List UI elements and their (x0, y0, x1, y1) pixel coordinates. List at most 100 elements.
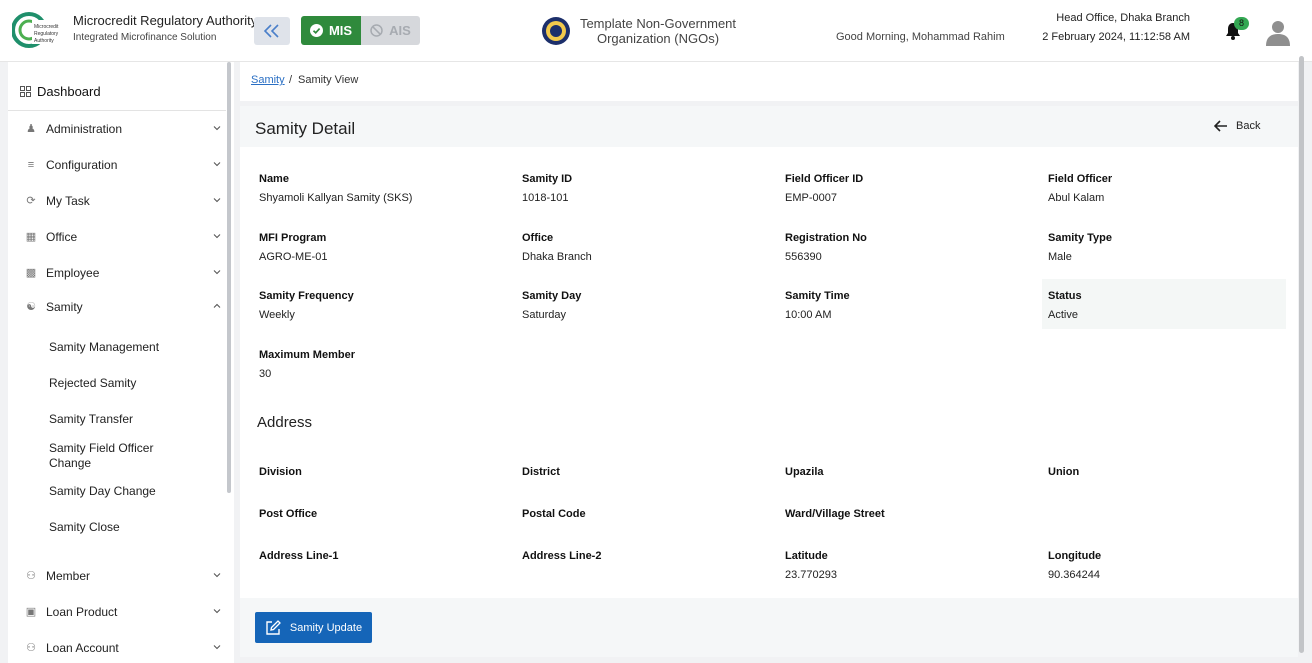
sidebar-item-member[interactable]: ⚇ Member (25, 566, 221, 586)
ais-toggle-button[interactable]: AIS (361, 16, 420, 45)
breadcrumb-current: Samity View (298, 74, 359, 86)
org-title: Microcredit Regulatory Authority (73, 13, 258, 28)
sidebar-item-dashboard[interactable]: Dashboard (20, 84, 101, 99)
current-datetime: 2 February 2024, 11:12:58 AM (1042, 31, 1190, 43)
samity-update-button[interactable]: Samity Update (255, 612, 372, 643)
sidebar-item-loan-product[interactable]: ▣ Loan Product (25, 602, 221, 622)
field-postal-code: Postal Code (522, 508, 772, 527)
sidebar-item-samity[interactable]: ☯ Samity (25, 297, 221, 317)
field-field-officer-id: Field Officer ID EMP-0007 (785, 173, 1035, 204)
field-samity-frequency: Samity Frequency Weekly (259, 290, 509, 321)
field-value: Male (1048, 251, 1072, 263)
sidebar-item-label: My Task (46, 194, 90, 208)
field-label: Status (1048, 290, 1082, 302)
chevron-down-icon (213, 198, 221, 203)
field-label: Samity Time (785, 290, 850, 302)
sidebar-subitem-samity-day-change[interactable]: Samity Day Change (49, 484, 209, 499)
field-label: Samity Type (1048, 232, 1112, 244)
field-label: Address Line-2 (522, 550, 602, 562)
field-value: Weekly (259, 309, 295, 321)
field-ward-village-street: Ward/Village Street (785, 508, 1035, 527)
field-label: Union (1048, 466, 1080, 478)
svg-text:Regulatory: Regulatory (34, 31, 59, 37)
field-label: Samity Day (522, 290, 582, 302)
organization-name: Template Non-Government Organization (NG… (579, 16, 737, 46)
field-value: Active (1048, 309, 1078, 321)
page-title: Samity Detail (255, 119, 356, 138)
sidebar-item-label: Administration (46, 122, 123, 136)
chevron-down-icon (213, 234, 221, 239)
sidebar-item-office[interactable]: ▦ Office (25, 227, 221, 247)
field-post-office: Post Office (259, 508, 509, 527)
sidebar-item-my-task[interactable]: ⟳ My Task (25, 191, 221, 211)
field-value: Dhaka Branch (522, 251, 592, 263)
mis-label: MIS (328, 23, 353, 38)
field-label: Registration No (785, 232, 867, 244)
collapse-sidebar-button[interactable] (254, 17, 290, 45)
users-icon: ♟ (26, 123, 36, 135)
chevron-down-icon (213, 609, 221, 614)
field-office: Office Dhaka Branch (522, 232, 772, 263)
top-header: Microcredit Regulatory Authority Microcr… (0, 0, 1312, 62)
breadcrumb: Samity / Samity View (240, 62, 1298, 101)
field-upazila: Upazila (785, 466, 1035, 485)
field-union: Union (1048, 466, 1298, 485)
field-registration-no: Registration No 556390 (785, 232, 1035, 263)
field-label: MFI Program (259, 232, 327, 244)
field-value: 10:00 AM (785, 309, 832, 321)
breadcrumb-link-samity[interactable]: Samity (251, 74, 285, 86)
field-district: District (522, 466, 772, 485)
edit-icon (266, 619, 281, 635)
samity-update-label: Samity Update (289, 621, 363, 634)
field-value: 556390 (785, 251, 822, 263)
field-field-officer: Field Officer Abul Kalam (1048, 173, 1298, 204)
field-mfi-program: MFI Program AGRO-ME-01 (259, 232, 509, 263)
sidebar-item-administration[interactable]: ♟ Administration (25, 119, 221, 139)
sidebar-item-label: Office (46, 230, 78, 244)
field-label: Field Officer ID (785, 173, 864, 185)
chevron-down-icon (213, 573, 221, 578)
sidebar-subitem-samity-field-officer-change[interactable]: Samity Field Officer Change (49, 441, 169, 471)
chevron-down-icon (213, 126, 221, 131)
field-maximum-member: Maximum Member 30 (259, 349, 509, 380)
back-button[interactable]: Back (1214, 120, 1260, 132)
field-label: Latitude (785, 550, 828, 562)
sidebar-scrollbar[interactable] (227, 62, 231, 493)
field-address-line-1: Address Line-1 (259, 550, 509, 569)
double-chevron-left-icon (263, 24, 279, 38)
sidebar-item-loan-account[interactable]: ⚇ Loan Account (25, 638, 221, 658)
field-label: Samity Frequency (259, 290, 354, 302)
sidebar-item-label: Employee (46, 266, 100, 280)
field-name: Name Shyamoli Kallyan Samity (SKS) (259, 173, 509, 204)
sidebar-item-label: Dashboard (37, 84, 101, 99)
field-samity-type: Samity Type Male (1048, 232, 1298, 263)
field-value: 23.770293 (785, 569, 837, 581)
sidebar-item-label: Loan Account (46, 641, 119, 655)
sidebar-subitem-samity-close[interactable]: Samity Close (49, 520, 209, 535)
field-label: Ward/Village Street (785, 508, 885, 520)
field-label: Office (522, 232, 554, 244)
notification-count-badge: 8 (1234, 17, 1249, 30)
mra-logo: Microcredit Regulatory Authority (12, 12, 68, 48)
page-scrollbar[interactable] (1299, 56, 1304, 653)
sidebar-subitem-rejected-samity[interactable]: Rejected Samity (49, 376, 209, 391)
sidebar-subitem-samity-management[interactable]: Samity Management (49, 340, 209, 355)
sidebar-item-configuration[interactable]: ≡ Configuration (25, 155, 221, 175)
breadcrumb-separator: / (289, 74, 293, 86)
sidebar-item-label: Samity (46, 300, 83, 314)
user-avatar-icon[interactable] (1265, 18, 1291, 46)
chevron-down-icon (213, 162, 221, 167)
address-section-title: Address (257, 414, 313, 431)
field-label: Upazila (785, 466, 824, 478)
detail-header: Samity Detail Back (240, 106, 1298, 147)
field-latitude: Latitude 23.770293 (785, 550, 1035, 581)
mis-toggle-button[interactable]: MIS (301, 16, 361, 45)
field-division: Division (259, 466, 509, 485)
field-samity-id: Samity ID 1018-101 (522, 173, 772, 204)
grid-icon (20, 86, 31, 97)
sidebar-subitem-samity-transfer[interactable]: Samity Transfer (49, 412, 209, 427)
sidebar-item-employee[interactable]: ▩ Employee (25, 263, 221, 283)
action-footer (240, 598, 1298, 657)
id-card-icon: ▩ (25, 267, 37, 279)
field-value: Saturday (522, 309, 567, 321)
